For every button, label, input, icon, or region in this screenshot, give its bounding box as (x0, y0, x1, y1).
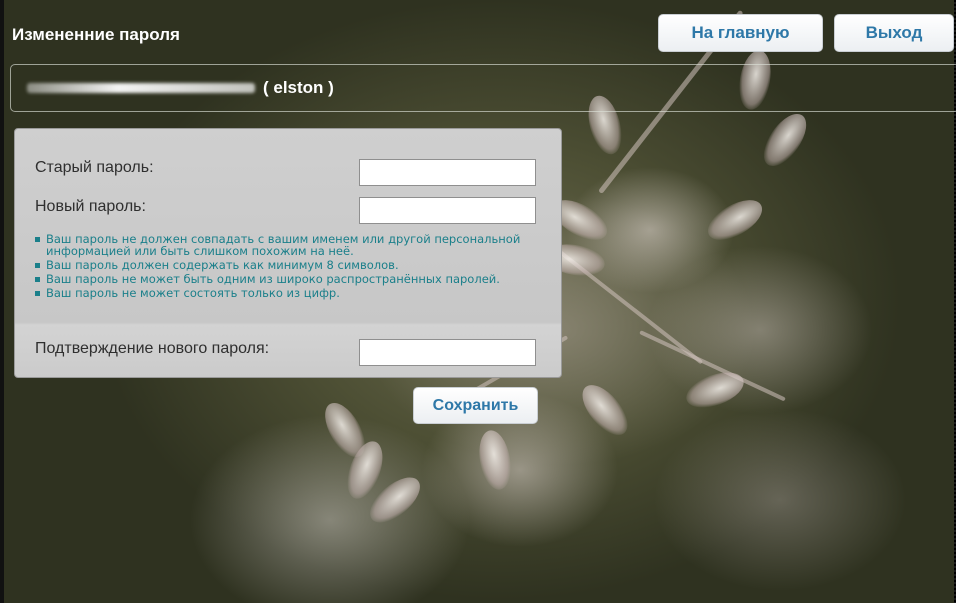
home-button[interactable]: На главную (658, 14, 823, 52)
password-rule: Ваш пароль не должен совпадать с вашим и… (35, 233, 566, 257)
new-password-field[interactable] (359, 197, 536, 224)
old-password-field[interactable] (359, 159, 536, 186)
page-title: Измененние пароля (12, 25, 180, 44)
user-login: ( elston ) (263, 78, 334, 97)
old-password-label: Старый пароль: (35, 159, 154, 176)
password-change-form: Старый пароль: Новый пароль: Ваш пароль … (14, 128, 562, 378)
confirm-password-field[interactable] (359, 339, 536, 366)
redacted-user-name (27, 83, 255, 93)
password-rule: Ваш пароль не может состоять только из ц… (35, 287, 566, 299)
window-frame-left (0, 0, 4, 603)
logout-button[interactable]: Выход (834, 14, 954, 52)
password-rule: Ваш пароль должен содержать как минимум … (35, 259, 566, 271)
new-password-label: Новый пароль: (35, 198, 146, 215)
save-button[interactable]: Сохранить (413, 387, 538, 424)
confirm-password-label: Подтверждение нового пароля: (35, 340, 270, 357)
password-rule: Ваш пароль не может быть одним из широко… (35, 273, 566, 285)
password-rules-list: Ваш пароль не должен совпадать с вашим и… (31, 233, 566, 301)
user-info-bar: ( elston ) (10, 64, 956, 112)
